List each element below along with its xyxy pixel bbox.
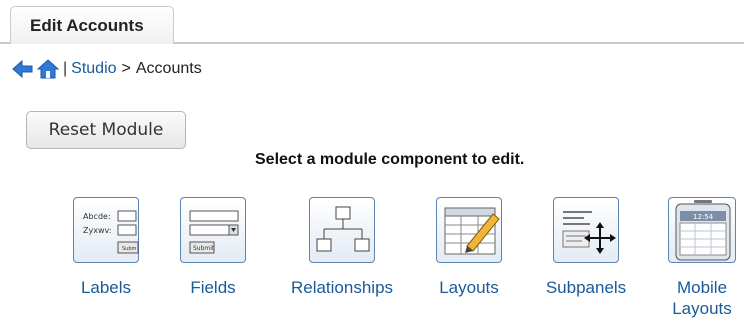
component-label[interactable]: Relationships — [282, 277, 402, 298]
reset-module-button[interactable]: Reset Module — [26, 111, 186, 149]
breadcrumb: | Studio > Accounts — [12, 56, 202, 82]
labels-icon-submit: Subm — [122, 246, 137, 252]
component-mobile-layouts[interactable]: 12:54 Mobile Layouts — [666, 197, 738, 319]
component-labels[interactable]: Abcde: Zyxwv: Subm Labels — [73, 197, 139, 298]
subpanels-icon[interactable] — [553, 197, 619, 263]
fields-icon-submit: Submit — [193, 245, 215, 252]
home-icon[interactable] — [36, 58, 60, 80]
component-layouts[interactable]: Layouts — [436, 197, 502, 298]
mobile-icon-time: 12:54 — [693, 213, 714, 221]
mobile-layouts-icon[interactable]: 12:54 — [668, 197, 736, 263]
component-fields[interactable]: Submit Fields — [180, 197, 246, 298]
labels-icon-text-2: Zyxwv: — [83, 226, 111, 235]
breadcrumb-studio-link[interactable]: Studio — [71, 60, 116, 78]
component-label[interactable]: Layouts — [436, 277, 502, 298]
layouts-icon[interactable] — [436, 197, 502, 263]
component-relationships[interactable]: Relationships — [282, 197, 402, 298]
labels-icon[interactable]: Abcde: Zyxwv: Subm — [73, 197, 139, 263]
component-label[interactable]: Mobile Layouts — [666, 277, 738, 319]
component-label[interactable]: Subpanels — [541, 277, 631, 298]
breadcrumb-arrow: > — [121, 60, 131, 77]
tab-edit-accounts[interactable]: Edit Accounts — [10, 6, 174, 44]
breadcrumb-current: Accounts — [135, 60, 202, 77]
relationships-icon[interactable] — [309, 197, 375, 263]
component-label[interactable]: Fields — [180, 277, 246, 298]
fields-icon[interactable]: Submit — [180, 197, 246, 263]
component-subpanels[interactable]: Subpanels — [541, 197, 631, 298]
component-label[interactable]: Labels — [73, 277, 139, 298]
breadcrumb-separator: | — [63, 60, 68, 77]
tab-bar: Edit Accounts — [0, 0, 744, 44]
labels-icon-text-1: Abcde: — [83, 212, 111, 221]
instruction-text: Select a module component to edit. — [255, 151, 525, 168]
back-arrow-icon[interactable] — [12, 58, 34, 80]
tab-label: Edit Accounts — [30, 16, 144, 35]
